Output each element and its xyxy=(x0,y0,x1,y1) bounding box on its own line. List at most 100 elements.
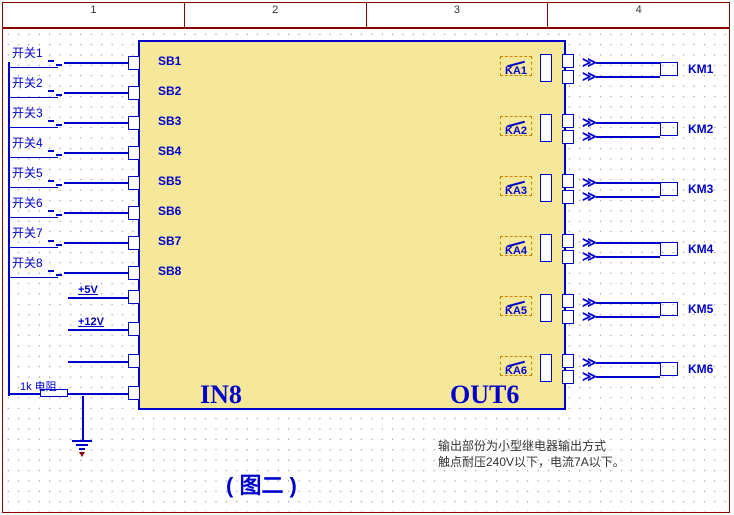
port-in-4 xyxy=(128,146,140,160)
wire-km2a xyxy=(596,122,660,124)
col-1: 1 xyxy=(3,3,185,27)
switch-contact-2 xyxy=(48,88,64,94)
wire-sw6 xyxy=(64,212,128,214)
pwr-label-1: +5V xyxy=(78,284,98,296)
port-in-7 xyxy=(128,236,140,250)
out-port-6 xyxy=(540,354,552,382)
wire-sw3 xyxy=(64,122,128,124)
relay-3: KA3 xyxy=(500,176,532,196)
wire-extra4 xyxy=(68,393,128,395)
arrow-out-4b: ≫ xyxy=(582,248,593,265)
km-label-1: KM1 xyxy=(688,62,713,76)
port-in-2 xyxy=(128,86,140,100)
km-box-1 xyxy=(660,62,678,76)
out-pin-2b xyxy=(562,130,574,144)
col-3: 3 xyxy=(367,3,549,27)
out-port-5 xyxy=(540,294,552,322)
wire-km5a xyxy=(596,302,660,304)
wire-km4b xyxy=(596,256,660,258)
wire-km3b xyxy=(596,196,660,198)
wire-sw5 xyxy=(64,182,128,184)
km-box-3 xyxy=(660,182,678,196)
sb-label-2: SB2 xyxy=(158,84,181,98)
wire-km4a xyxy=(596,242,660,244)
km-label-3: KM3 xyxy=(688,182,713,196)
switch-contact-7 xyxy=(48,238,64,244)
port-in-1 xyxy=(128,56,140,70)
note-line1: 输出部份为小型继电器输出方式 xyxy=(438,438,625,454)
left-bus xyxy=(8,62,10,396)
relay-6: KA6 xyxy=(500,356,532,376)
title-frame: 1 2 3 4 xyxy=(2,2,730,28)
pwr-label-2: +12V xyxy=(78,316,104,328)
wire-sw8 xyxy=(64,272,128,274)
wire-km1b xyxy=(596,76,660,78)
out-pin-3b xyxy=(562,190,574,204)
port-in-6 xyxy=(128,206,140,220)
relay-5: KA5 xyxy=(500,296,532,316)
ka-label-1: KA1 xyxy=(505,65,527,77)
col-2: 2 xyxy=(185,3,367,27)
relay-1: KA1 xyxy=(500,56,532,76)
port-in-5 xyxy=(128,176,140,190)
port-extra-2 xyxy=(128,322,140,336)
switch-contact-4 xyxy=(48,148,64,154)
note-line2: 触点耐压240V以下，电流7A以下。 xyxy=(438,454,625,470)
km-label-6: KM6 xyxy=(688,362,713,376)
sb-label-6: SB6 xyxy=(158,204,181,218)
ka-label-2: KA2 xyxy=(505,125,527,137)
out-pin-1b xyxy=(562,70,574,84)
col-4: 4 xyxy=(548,3,729,27)
sb-label-1: SB1 xyxy=(158,54,181,68)
wire-km2b xyxy=(596,136,660,138)
wire-sw1 xyxy=(64,62,128,64)
km-label-2: KM2 xyxy=(688,122,713,136)
wire-res-left xyxy=(8,393,40,395)
out-pin-1a xyxy=(562,54,574,68)
wire-sw7 xyxy=(64,242,128,244)
chip-in-label: IN8 xyxy=(200,380,242,410)
sb-label-3: SB3 xyxy=(158,114,181,128)
ka-label-5: KA5 xyxy=(505,305,527,317)
wire-km6b xyxy=(596,376,660,378)
sb-label-4: SB4 xyxy=(158,144,181,158)
sb-label-8: SB8 xyxy=(158,264,181,278)
sb-label-7: SB7 xyxy=(158,234,181,248)
wire-sw4 xyxy=(64,152,128,154)
main-chip xyxy=(138,40,566,410)
ka-label-6: KA6 xyxy=(505,365,527,377)
arrow-out-1b: ≫ xyxy=(582,68,593,85)
sb-label-5: SB5 xyxy=(158,174,181,188)
out-port-4 xyxy=(540,234,552,262)
km-box-2 xyxy=(660,122,678,136)
km-box-4 xyxy=(660,242,678,256)
out-port-2 xyxy=(540,114,552,142)
ka-label-4: KA4 xyxy=(505,245,527,257)
arrow-out-2b: ≫ xyxy=(582,128,593,145)
ka-label-3: KA3 xyxy=(505,185,527,197)
out-pin-6b xyxy=(562,370,574,384)
chip-out-label: OUT6 xyxy=(450,380,519,410)
port-in-3 xyxy=(128,116,140,130)
wire-sw2 xyxy=(64,92,128,94)
out-pin-3a xyxy=(562,174,574,188)
arrow-out-5b: ≫ xyxy=(582,308,593,325)
switch-contact-6 xyxy=(48,208,64,214)
output-note: 输出部份为小型继电器输出方式 触点耐压240V以下，电流7A以下。 xyxy=(438,438,625,470)
port-extra-4 xyxy=(128,386,140,400)
wire-km3a xyxy=(596,182,660,184)
port-in-8 xyxy=(128,266,140,280)
switch-contact-1 xyxy=(48,58,64,64)
km-label-5: KM5 xyxy=(688,302,713,316)
switch-contact-3 xyxy=(48,118,64,124)
port-extra-1 xyxy=(128,290,140,304)
km-box-5 xyxy=(660,302,678,316)
arrow-out-3b: ≫ xyxy=(582,188,593,205)
gnd-wire xyxy=(82,396,84,440)
out-pin-5a xyxy=(562,294,574,308)
out-port-1 xyxy=(540,54,552,82)
switch-contact-5 xyxy=(48,178,64,184)
out-port-3 xyxy=(540,174,552,202)
figure-label: ( 图二 ) xyxy=(226,468,297,500)
resistor-label: 1k 电阻 xyxy=(20,378,57,394)
